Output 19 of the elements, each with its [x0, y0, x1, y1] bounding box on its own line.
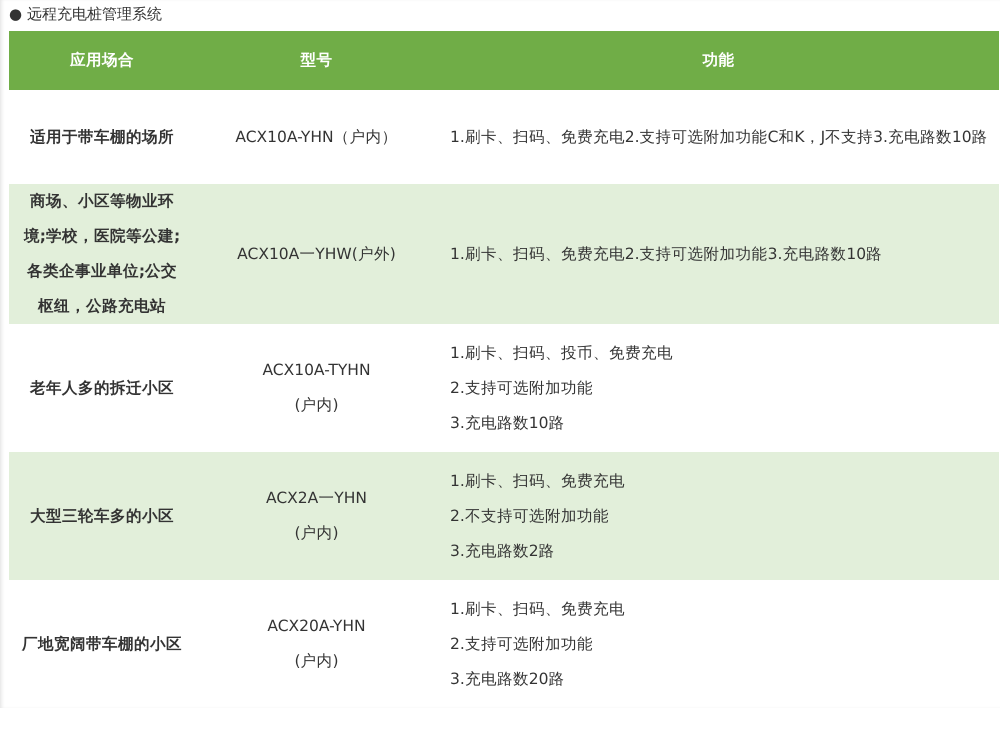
table-cell: 厂地宽阔带车棚的小区 [9, 580, 195, 708]
table-cell: 1.刷卡、扫码、投币、免费充电 2.支持可选附加功能 3.充电路数10路 [438, 324, 999, 452]
table-cell: 大型三轮车多的小区 [9, 452, 195, 580]
table-cell: 1.刷卡、扫码、免费充电2.支持可选附加功能C和K，J不支持3.充电路数10路 [438, 90, 999, 184]
table-cell: 1.刷卡、扫码、免费充电2.支持可选附加功能3.充电路数10路 [438, 184, 999, 324]
page-title: ● 远程充电桩管理系统 [9, 4, 163, 25]
table-cell: 1.刷卡、扫码、免费充电 2.支持可选附加功能 3.充电路数20路 [438, 580, 999, 708]
column-header: 应用场合 [9, 31, 195, 90]
table-cell: ACX10A一YHW(户外) [195, 184, 438, 324]
table-cell: ACX10A-YHN（户内） [195, 90, 438, 184]
column-header: 型号 [195, 31, 438, 90]
table-cell: 老年人多的拆迁小区 [9, 324, 195, 452]
table-cell: 1.刷卡、扫码、免费充电 2.不支持可选附加功能 3.充电路数2路 [438, 452, 999, 580]
table-cell: 商场、小区等物业环境;学校，医院等公建;各类企事业单位;公交枢纽，公路充电站 [9, 184, 195, 324]
column-header: 功能 [438, 31, 999, 90]
table-cell: ACX20A-YHN (户内) [195, 580, 438, 708]
table-cell: ACX10A-TYHN (户内) [195, 324, 438, 452]
table-cell: 适用于带车棚的场所 [9, 90, 195, 184]
table-cell: ACX2A一YHN (户内) [195, 452, 438, 580]
